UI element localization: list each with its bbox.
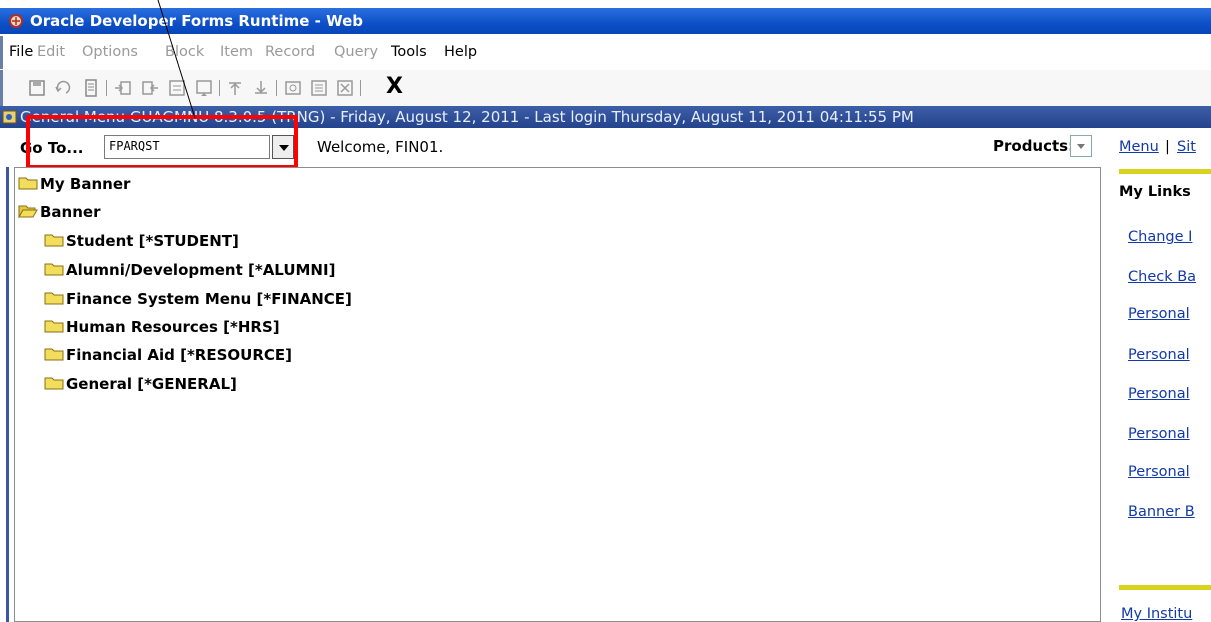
tree-item-label: My Banner bbox=[40, 175, 131, 193]
toolbar-separator bbox=[360, 80, 361, 96]
folder-icon bbox=[44, 348, 64, 361]
menu-help[interactable]: Help bbox=[444, 44, 477, 60]
menu-tools[interactable]: Tools bbox=[391, 44, 427, 60]
folder-icon bbox=[44, 263, 64, 276]
menu-file[interactable]: File bbox=[9, 44, 33, 60]
folder-icon bbox=[44, 377, 64, 390]
folder-icon bbox=[18, 177, 38, 190]
tree-item-label: Banner bbox=[40, 203, 101, 221]
tree-item-label: Finance System Menu [*FINANCE] bbox=[66, 290, 352, 308]
my-links-heading: My Links bbox=[1119, 184, 1191, 200]
link-separator: | bbox=[1165, 139, 1170, 155]
my-link-item[interactable]: Check Ba bbox=[1128, 269, 1196, 285]
tree-item-general[interactable]: General [*GENERAL] bbox=[44, 375, 237, 393]
menu-options[interactable]: Options bbox=[82, 44, 138, 60]
menu-block[interactable]: Block bbox=[165, 44, 204, 60]
menu-query[interactable]: Query bbox=[334, 44, 378, 60]
tree-item-banner[interactable]: Banner bbox=[18, 203, 100, 221]
menu-record[interactable]: Record bbox=[265, 44, 315, 60]
form-icon bbox=[2, 110, 17, 124]
enter-query-icon[interactable] bbox=[283, 78, 303, 98]
products-dropdown-button[interactable] bbox=[1070, 135, 1092, 157]
my-link-item[interactable]: Personal bbox=[1128, 426, 1190, 442]
my-institution-link[interactable]: My Institu bbox=[1121, 606, 1192, 622]
folder-open-icon bbox=[18, 205, 38, 218]
tree-item-my-banner[interactable]: My Banner bbox=[18, 175, 130, 193]
my-link-item[interactable]: Change I bbox=[1128, 229, 1192, 245]
execute-query-icon[interactable] bbox=[309, 78, 329, 98]
toolbar-separator bbox=[276, 80, 277, 96]
previous-field-icon[interactable] bbox=[140, 78, 160, 98]
my-link-item[interactable]: Personal bbox=[1128, 306, 1190, 322]
tree-item-label: General [*GENERAL] bbox=[66, 375, 237, 393]
window-title-bar[interactable]: Oracle Developer Forms Runtime - Web bbox=[0, 8, 1211, 34]
products-label: Products: bbox=[993, 137, 1075, 155]
highlight-box bbox=[26, 115, 298, 169]
tree-item-financial-aid[interactable]: Financial Aid [*RESOURCE] bbox=[44, 346, 292, 364]
print-icon[interactable] bbox=[81, 78, 101, 98]
cancel-query-icon[interactable] bbox=[335, 78, 355, 98]
rollback-icon[interactable] bbox=[53, 78, 73, 98]
yellow-divider bbox=[1119, 169, 1211, 174]
toolbar-separator bbox=[219, 80, 220, 96]
exit-button[interactable]: X bbox=[386, 74, 403, 99]
next-block-icon[interactable] bbox=[251, 78, 271, 98]
toolbar: X bbox=[0, 70, 1211, 106]
tree-item-human-resources[interactable]: Human Resources [*HRS] bbox=[44, 318, 280, 336]
tree-item-student[interactable]: Student [*STUDENT] bbox=[44, 232, 239, 250]
next-field-icon[interactable] bbox=[113, 78, 133, 98]
toolbar-separator bbox=[106, 80, 107, 96]
tree-item-finance[interactable]: Finance System Menu [*FINANCE] bbox=[44, 290, 352, 308]
list-values-icon[interactable] bbox=[167, 78, 187, 98]
welcome-text: Welcome, FIN01. bbox=[317, 138, 444, 156]
tree-item-label: Alumni/Development [*ALUMNI] bbox=[66, 261, 336, 279]
site-link[interactable]: Sit bbox=[1177, 139, 1196, 155]
tree-item-label: Financial Aid [*RESOURCE] bbox=[66, 346, 292, 364]
app-icon bbox=[9, 14, 23, 28]
menu-edit[interactable]: Edit bbox=[37, 44, 65, 60]
menu-link[interactable]: Menu bbox=[1119, 139, 1159, 155]
previous-block-icon[interactable] bbox=[225, 78, 245, 98]
my-link-item[interactable]: Personal bbox=[1128, 386, 1190, 402]
tree-item-label: Student [*STUDENT] bbox=[66, 232, 239, 250]
yellow-divider bbox=[1119, 585, 1211, 590]
folder-icon bbox=[44, 320, 64, 333]
my-link-item[interactable]: Personal bbox=[1128, 464, 1190, 480]
my-link-item[interactable]: Personal bbox=[1128, 347, 1190, 363]
tree-item-alumni[interactable]: Alumni/Development [*ALUMNI] bbox=[44, 261, 335, 279]
my-links-panel: Menu | Sit My Links Change I Check Ba Pe… bbox=[1105, 128, 1211, 622]
block-icon[interactable] bbox=[194, 78, 214, 98]
menu-item[interactable]: Item bbox=[220, 44, 253, 60]
menu-bar: File Edit Options Block Item Record Quer… bbox=[0, 36, 1211, 69]
save-icon[interactable] bbox=[27, 78, 47, 98]
my-link-item[interactable]: Banner B bbox=[1128, 504, 1195, 520]
folder-icon bbox=[44, 234, 64, 247]
form-left-border bbox=[6, 167, 9, 622]
folder-icon bbox=[44, 292, 64, 305]
window-title: Oracle Developer Forms Runtime - Web bbox=[30, 12, 363, 30]
tree-item-label: Human Resources [*HRS] bbox=[66, 318, 280, 336]
